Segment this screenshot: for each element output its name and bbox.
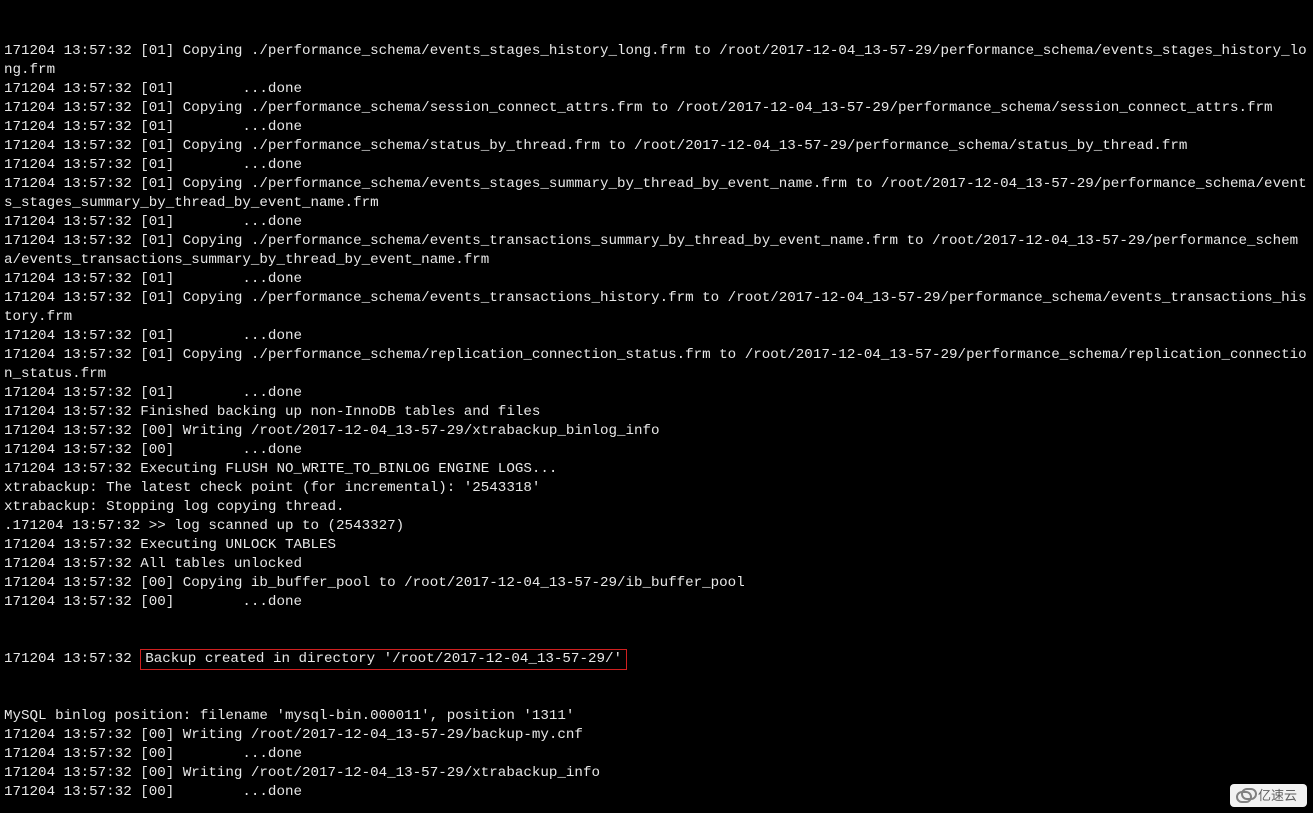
log-line: 171204 13:57:32 [00] Copying ib_buffer_p… — [4, 574, 1313, 593]
log-line: 171204 13:57:32 All tables unlocked — [4, 555, 1313, 574]
log-line: 171204 13:57:32 [01] ...done — [4, 80, 1313, 99]
log-line: 171204 13:57:32 [00] ...done — [4, 783, 1313, 802]
log-line: MySQL binlog position: filename 'mysql-b… — [4, 707, 1313, 726]
log-line: 171204 13:57:32 [01] ...done — [4, 213, 1313, 232]
highlight-backup-created: Backup created in directory '/root/2017-… — [140, 649, 627, 670]
log-line: 171204 13:57:32 [01] Copying ./performan… — [4, 232, 1313, 270]
log-line: 171204 13:57:32 [00] Writing /root/2017-… — [4, 422, 1313, 441]
log-line: 171204 13:57:32 Executing UNLOCK TABLES — [4, 536, 1313, 555]
log-line: xtrabackup: Stopping log copying thread. — [4, 498, 1313, 517]
log-line: 171204 13:57:32 [01] Copying ./performan… — [4, 137, 1313, 156]
log-line: 171204 13:57:32 [00] ...done — [4, 745, 1313, 764]
log-line: 171204 13:57:32 [01] ...done — [4, 156, 1313, 175]
backup-created-line: 171204 13:57:32 Backup created in direct… — [4, 650, 1313, 669]
log-line: 171204 13:57:32 [01] Copying ./performan… — [4, 289, 1313, 327]
log-line: 171204 13:57:32 [01] ...done — [4, 384, 1313, 403]
log-line: 171204 13:57:32 [00] Writing /root/2017-… — [4, 726, 1313, 745]
log-line: 171204 13:57:32 [00] ...done — [4, 593, 1313, 612]
log-lines-after: MySQL binlog position: filename 'mysql-b… — [4, 707, 1313, 802]
log-line: 171204 13:57:32 [01] Copying ./performan… — [4, 346, 1313, 384]
log-line: 171204 13:57:32 [01] Copying ./performan… — [4, 175, 1313, 213]
log-lines: 171204 13:57:32 [01] Copying ./performan… — [4, 42, 1313, 612]
log-line: 171204 13:57:32 Finished backing up non-… — [4, 403, 1313, 422]
log-line: 171204 13:57:32 [01] ...done — [4, 118, 1313, 137]
watermark-text: 亿速云 — [1258, 786, 1297, 805]
terminal-output[interactable]: 171204 13:57:32 [01] Copying ./performan… — [0, 0, 1313, 813]
line-prefix: 171204 13:57:32 — [4, 651, 140, 667]
watermark-badge: 亿速云 — [1230, 784, 1307, 807]
log-line: 171204 13:57:32 [01] Copying ./performan… — [4, 99, 1313, 118]
log-line: .171204 13:57:32 >> log scanned up to (2… — [4, 517, 1313, 536]
log-line: 171204 13:57:32 [01] Copying ./performan… — [4, 42, 1313, 80]
log-line: 171204 13:57:32 [01] ...done — [4, 327, 1313, 346]
log-line: xtrabackup: The latest check point (for … — [4, 479, 1313, 498]
cloud-icon — [1236, 789, 1254, 803]
log-line: 171204 13:57:32 [00] Writing /root/2017-… — [4, 764, 1313, 783]
log-line: 171204 13:57:32 [00] ...done — [4, 441, 1313, 460]
log-line: 171204 13:57:32 [01] ...done — [4, 270, 1313, 289]
log-line: 171204 13:57:32 Executing FLUSH NO_WRITE… — [4, 460, 1313, 479]
